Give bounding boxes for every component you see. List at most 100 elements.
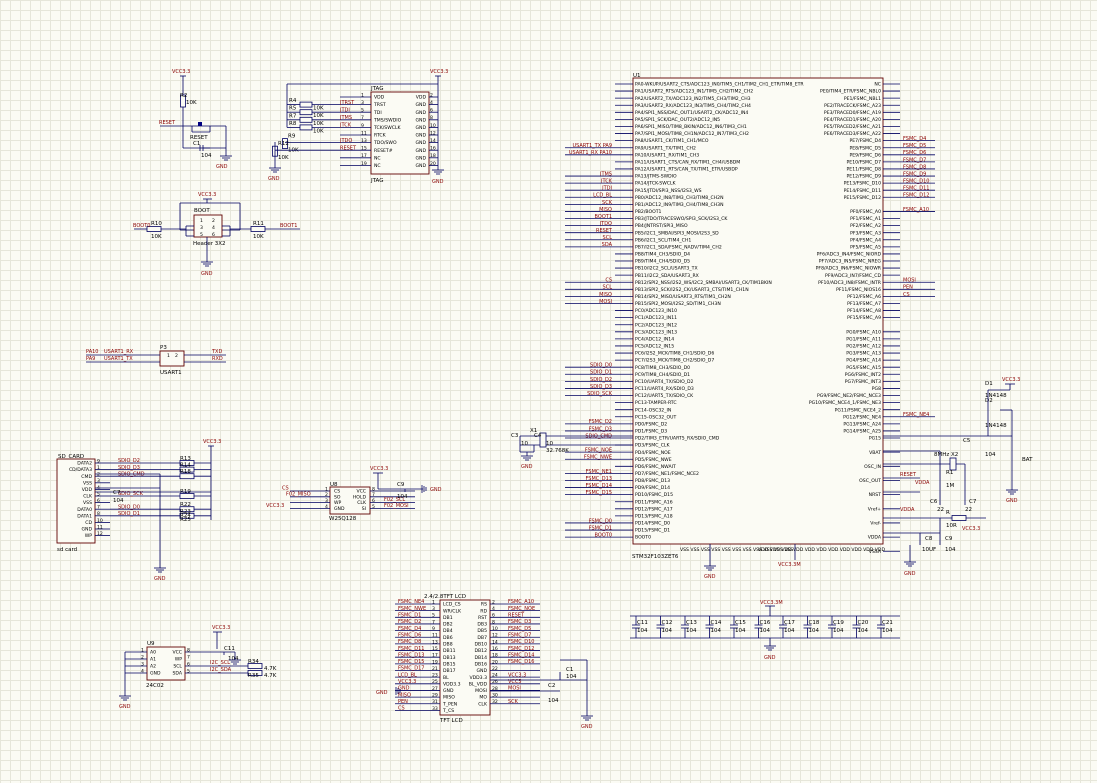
mcu-right-pin: VBAT [869, 450, 881, 456]
mcu-left-pin: PB2/BOOT1 [635, 209, 662, 215]
mcu-right-pin: PE0/TIM4_ETR/FSMC_NBL0 [820, 89, 881, 95]
eeprom-pin-number: 3 [141, 661, 144, 667]
mcu-right-pin: PF4/FSMC_A4 [850, 237, 881, 243]
mcu-left-pin: PC5/ADC12_IN15 [635, 344, 674, 350]
flash-mosi-net: F02_MOSI [384, 503, 409, 509]
mcu-right-pin: PF6/ADC3_IN4/FSMC_NIORD [817, 252, 882, 258]
mcu-left-pin: PD7/FSMC_NE1/FSMC_NCE2 [635, 471, 699, 477]
mcu-left-pin: PA8/USART1_CK/TIM1_CH1/MCO [635, 138, 709, 144]
mcu-left-net: USART1_RX PA10 [569, 150, 612, 156]
mcu-right-pin: PF11/FSMC_NIOS16 [836, 287, 881, 293]
decoup-cap-value: 104 [858, 628, 869, 634]
bat-gnd-label: GND [1006, 498, 1018, 504]
lcd-left-net: FSMC_D13 [398, 652, 424, 658]
flash-left-pin: SO [334, 494, 341, 500]
mcu-left-net: SDIO_SCK [587, 391, 613, 397]
lcd-left-pin: DB11 [443, 648, 456, 654]
sd-net: SDIO_D0 [118, 504, 140, 510]
lcd-right-pin: RD [480, 608, 487, 614]
jtag-pin-number: 10 [430, 123, 436, 129]
jtag-left-pin: NC [374, 163, 381, 169]
eeprom-vcc-label: VCC3.3 [212, 625, 230, 631]
mcu-left-pin: PA3/USART2_RX/ADC123_IN3/TIM5_CH4/TIM2_C… [635, 103, 751, 109]
nrst-net: RESET [900, 472, 917, 478]
sd-pin: CD [85, 520, 92, 526]
sd-pin: CMD [81, 474, 92, 480]
mcu-left-pin: PA5/SPI1_SCK/DAC_OUT2/ADC12_IN5 [635, 117, 720, 123]
jtag-pin-number: 14 [430, 138, 436, 144]
jtag-net: JTMS [339, 115, 352, 121]
jtag-right-pin: GND [415, 148, 426, 154]
d2-ref: D2 [985, 398, 993, 404]
jtag-right-pin: GND [415, 102, 426, 108]
decoup-cap-ref: C17 [784, 620, 795, 626]
mcu-left-net: MISO [599, 292, 612, 298]
sd-card: SD_CARD DATA2 9CD/DATA3 1CMD 2VSS 3VDD 4CLK 5V… [56, 439, 221, 582]
r2-value: 10K [186, 100, 197, 106]
mcu-right-pin: PG2/FSMC_A12 [846, 344, 881, 350]
jtag-net: JTDO [339, 138, 352, 144]
boot-ref: BOOT [194, 208, 210, 214]
sd-pin-number: 1 [97, 465, 100, 471]
decoup-gnd-label: GND [764, 655, 776, 661]
lcd-right-net: FSMC_NOE [508, 606, 535, 612]
lcd-pin-number: 22 [492, 666, 498, 672]
jtag-right-pin: VDD [416, 95, 427, 101]
mcu-left-pin: PA7/SPI1_MOSI/TIM8_CH1N/ADC12_IN7/TIM3_C… [635, 131, 749, 137]
c1-value: 104 [201, 153, 212, 159]
mcu-right-pin: PF12/FSMC_A6 [847, 294, 881, 300]
tft-lcd-connector: 2.4/2.8TFT LCD LCD_CS 1 FSMC_NE4 WR/CLK 3 FSM… [376, 594, 593, 730]
jtag-gnd2-label: GND [268, 176, 280, 182]
mcu-left-pin: PB9/TIM4_CH4/SDIO_D5 [635, 259, 690, 265]
jtag-left-pin: NC [374, 155, 381, 161]
mcu-right-pin: PE14/FSMC_D11 [844, 188, 881, 194]
lcd-pin-number: 11 [432, 633, 438, 639]
usart-pin-2: 2 [175, 353, 178, 359]
r11-value: 10K [253, 234, 264, 240]
lcd-left-net: FSMC_NE4 [398, 599, 424, 605]
flash-pin-number: 2 [325, 492, 328, 498]
flash-right-pin: CLK [357, 500, 367, 506]
lcd-pin-number: 25 [432, 679, 438, 685]
jtag-right-pin: GND [415, 117, 426, 123]
boot-body [193, 214, 223, 238]
jtag-pin-number: 8 [430, 115, 433, 121]
mcu-right-pin: OSC_OUT [859, 478, 881, 484]
usart-body [159, 350, 185, 367]
lcd-left-net: FSMC_D15 [398, 659, 424, 665]
jtag-pin-number: 18 [430, 153, 436, 159]
mcu-part: STM32F103ZET6 [632, 554, 679, 560]
lcd-right-pin: DB7 [477, 635, 487, 641]
mcu-right-pin: PF5/FSMC_A5 [850, 244, 881, 250]
mcu-right-pin: PE3/TRACED0/FSMC_A19 [824, 110, 881, 116]
sd-pin: VSS [83, 480, 92, 486]
sd-pin: DATA2 [77, 461, 92, 467]
r2-ref: R2 [180, 93, 187, 99]
jtag-pin-number: 19 [361, 161, 367, 167]
flash-pin-number: 1 [325, 486, 328, 492]
jtag-pin-number: 13 [361, 138, 367, 144]
decoup-cap-value: 104 [882, 628, 893, 634]
mcu-left-pin: PB3/JTDO/TRACESWO/SPI3_SCK/I2S3_CK [635, 216, 728, 222]
mcu-right-pin: PG10/FSMC_NCE4_1/FSMC_NE3 [809, 400, 881, 406]
jtag-right-pin: GND [415, 163, 426, 169]
usart-pa9: PA9 [86, 356, 95, 362]
lcd-pin-number: 14 [492, 639, 498, 645]
mcu-left-pin: PD0/FSMC_D2 [635, 421, 667, 427]
mcu-left-pin: PB4/JNTRST/SPI3_MISO [635, 223, 688, 229]
mcu-right-pin: PG4/FSMC_A14 [846, 358, 881, 364]
mcu-left-pin: PD4/FSMC_NOE [635, 450, 671, 456]
lcd-right-net: FSMC_A10 [508, 599, 534, 605]
mcu-right-pin: PE6/TRACED3/FSMC_A22 [824, 131, 881, 137]
lcd-c2-ref: C2 [548, 683, 555, 689]
lcd-gnd2-label: GND [376, 690, 388, 696]
lcd-pin-number: 6 [492, 613, 495, 619]
c8-ref: C8 [925, 536, 933, 542]
lcd-right-net: SCK [508, 699, 519, 705]
mcu-left-net: FSMC_NWE [584, 455, 612, 461]
mcu-right-pin: OSC_IN [864, 464, 881, 470]
mcu-right-pin: PG12/FSMC_NE4 [843, 414, 881, 420]
x2-value: 8MHz [934, 452, 949, 458]
sd-c-value: 104 [113, 498, 124, 504]
lcd-pin-number: 20 [492, 659, 498, 665]
